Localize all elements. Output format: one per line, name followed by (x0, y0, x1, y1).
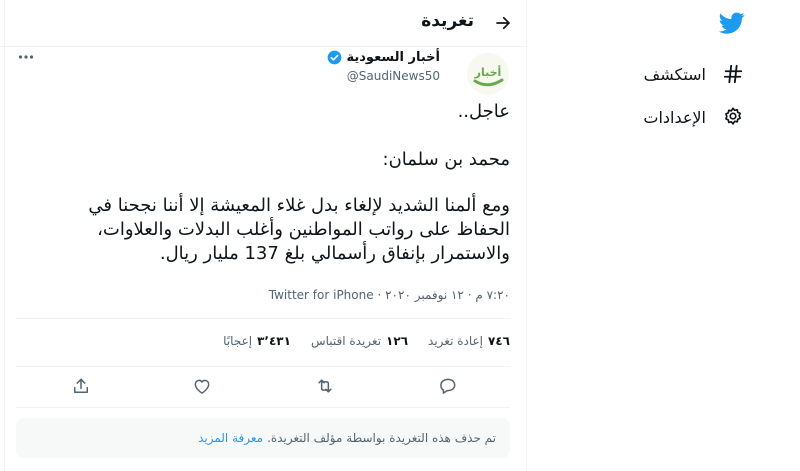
tweet-line: ومع ألمنا الشديد لإلغاء بدل غلاء المعيشة… (88, 195, 510, 216)
nav-settings[interactable]: الإعدادات (643, 103, 744, 131)
tweet-text: عاجل.. محمد بن سلمان: ومع ألمنا الشديد ل… (20, 100, 510, 266)
author-name-row: أخبار السعودية (327, 50, 440, 65)
meta-separator: · (377, 288, 382, 302)
deleted-tweet-notice: تم حذف هذه التغريدة بواسطة مؤلف التغريدة… (16, 418, 510, 458)
arrow-back-icon[interactable] (494, 14, 512, 32)
tweet-line: محمد بن سلمان: (382, 149, 511, 170)
author-block: أخبار السعودية @SaudiNews50 (327, 50, 440, 83)
twitter-bird-icon[interactable] (717, 10, 747, 36)
divider (16, 318, 510, 319)
stat-quote-tweets[interactable]: ١٢٦ تغريدة اقتباس (311, 334, 408, 348)
stat-label: تغريدة اقتباس (310, 334, 382, 348)
like-icon[interactable] (192, 376, 212, 396)
hashtag-icon (723, 64, 743, 84)
author-name[interactable]: أخبار السعودية (346, 50, 440, 65)
gear-icon (725, 107, 741, 125)
retweet-icon[interactable] (315, 376, 335, 396)
tweet-line: عاجل.. (457, 101, 510, 122)
learn-more-link[interactable]: معرفة المزيد (198, 431, 263, 445)
tweet-date[interactable]: ١٢ نوفمبر ٢٠٢٠ (385, 288, 464, 302)
tweet-meta: ٧:٢٠ م · ١٢ نوفمبر ٢٠٢٠ · Twitter for iP… (269, 288, 510, 302)
tweet-source[interactable]: Twitter for iPhone (269, 288, 374, 302)
avatar[interactable]: أخبار (467, 53, 509, 95)
line-spacer (20, 172, 510, 194)
reply-icon[interactable] (438, 376, 458, 396)
stat-label: إعادة تغريد (428, 334, 484, 348)
tweet-header: تغريدة (0, 0, 526, 47)
avatar-logo: أخبار (467, 53, 509, 95)
page-title: تغريدة (421, 11, 474, 31)
stat-count: ٧٤٦ (488, 334, 510, 348)
line-spacer (20, 124, 510, 148)
stat-count: ٣٬٤٣١ (257, 334, 291, 348)
nav-settings-label: الإعدادات (643, 107, 706, 127)
verified-badge-icon (328, 50, 342, 65)
meta-separator: · (467, 288, 472, 302)
author-handle[interactable]: @SaudiNews50 (327, 69, 440, 83)
nav-explore-label: استكشف (643, 64, 706, 84)
tweet-line: الحفاظ على رواتب المواطنين وأغلب البدلات… (97, 219, 510, 240)
stat-count: ١٢٦ (386, 334, 409, 348)
avatar-text: أخبار (474, 65, 502, 79)
share-icon[interactable] (71, 376, 91, 396)
page: استكشف الإعدادات تغريدة أخبار أخبار السع… (0, 0, 800, 471)
stat-retweets[interactable]: ٧٤٦ إعادة تغريد (428, 334, 510, 348)
tweet-stats: ٧٤٦ إعادة تغريد ١٢٦ تغريدة اقتباس ٣٬٤٣١ … (223, 334, 510, 348)
divider (16, 407, 510, 408)
tweet-column: تغريدة أخبار أخبار السعودية @SaudiNews50 (0, 0, 527, 471)
tweet-line: والاستمرار بإنفاق رأسمالي بلغ 137 مليار … (159, 243, 510, 264)
stat-likes[interactable]: ٣٬٤٣١ إعجابًا (223, 334, 291, 348)
nav-explore[interactable]: استكشف (644, 60, 744, 88)
more-options-icon[interactable] (18, 52, 34, 62)
notice-text: تم حذف هذه التغريدة بواسطة مؤلف التغريدة… (267, 431, 496, 445)
tweet-time[interactable]: ٧:٢٠ م (475, 288, 510, 302)
tweet-actions (0, 374, 526, 400)
stat-label: إعجابًا (223, 334, 253, 348)
divider (16, 366, 510, 367)
